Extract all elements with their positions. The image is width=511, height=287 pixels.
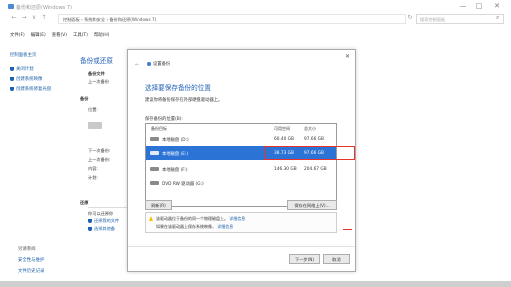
drive-row-d[interactable]: 本地磁盘 (D:) 60.40 GB 97.66 GB [146,132,336,146]
back-button[interactable]: ← [10,14,18,22]
left-pane: 控制面板主页 关闭计划 创建系统映像 创建系统修复光盘 [10,52,72,96]
drive-row-f[interactable]: 本地磁盘 (F:) 146.30 GB 204.67 GB [146,162,336,176]
contents-label: 内容: [88,166,98,171]
annotation-mark [343,229,352,230]
shield-icon [10,76,14,81]
address-bar[interactable]: 控制面板 › 系统和安全 › 备份和还原(Windows 7) [58,14,406,24]
dialog-heading: 选择要保存备份的位置 [145,84,211,92]
shield-icon [88,227,92,231]
destination-list[interactable]: 备份目标 可用空间 总大小 本地磁盘 (D:) 60.40 GB 97.66 G… [145,123,355,207]
restore-heading: 还原 [80,200,89,205]
recent-button[interactable]: ∨ [30,14,38,22]
menu-view[interactable]: 查看(V) [52,32,67,40]
drive-icon [88,122,102,129]
backup-icon [147,62,151,66]
refresh-list-button[interactable]: 刷新(R) [145,200,172,210]
drive-row-g[interactable]: DVD RW 驱动器 (G:) [146,176,336,190]
setup-backup-dialog: ✕ ← 设置备份 选择要保存备份的位置 建议你将备份保存在外部硬盘驱动器上。 保… [127,49,356,272]
create-system-image-link[interactable]: 创建系统映像 [10,76,72,82]
menu-file[interactable]: 文件(F) [10,32,25,40]
warning-box: 该驱动器位于备份的同一个物理磁盘上。 详细信息 如果在该驱动器上保存系统映像， … [145,212,337,233]
security-maintenance-link[interactable]: 安全性与维护 [18,257,44,263]
menu-help[interactable]: 帮助(H) [94,32,110,40]
shield-icon [88,219,92,223]
schedule-label: 计划: [88,175,98,180]
control-panel-home-link[interactable]: 控制面板主页 [10,52,72,58]
app-icon [8,4,14,9]
close-button[interactable]: ✕ [490,2,504,11]
dvd-drive-icon [150,181,159,185]
search-icon[interactable]: ⌕ [496,14,499,22]
dialog-subtitle: 建议你将备份保存在外部硬盘驱动器上。 [145,98,223,103]
previous-backup-label: 上一次备份: [88,157,111,162]
warning-line-2: 如果在该驱动器上保存系统映像， 详细信息 [156,224,234,229]
menu-edit[interactable]: 编辑(E) [31,32,46,40]
address-path: 控制面板 › 系统和安全 › 备份和还原(Windows 7) [63,17,157,22]
window-title: 备份和还原(Windows 7) [16,5,72,11]
details-link-2[interactable]: 详细信息 [217,224,233,229]
dialog-window-title: 设置备份 [153,62,171,67]
location-label: 位置: [88,107,98,112]
save-on-network-button[interactable]: 保存在网络上(V)... [287,200,337,210]
backup-files-label: 备份文件 [88,71,105,76]
dialog-close-icon[interactable]: ✕ [345,53,350,60]
see-also-heading: 另请参阅 [18,247,36,252]
see-also: 另请参阅 安全性与维护 文件历史记录 [18,246,44,279]
details-link-1[interactable]: 详细信息 [229,216,245,221]
shield-icon [10,66,14,71]
restore-my-files-link[interactable]: 还原我的文件 [88,218,119,224]
hard-drive-icon [150,151,159,155]
restore-description: 你可以还原你 [88,211,114,216]
forward-button[interactable]: → [20,14,28,22]
hard-drive-icon [150,167,159,171]
menu-tools[interactable]: 工具(T) [73,32,88,40]
shield-icon [10,86,14,91]
warning-icon [149,216,153,221]
next-backup-label: 下一次备份: [88,148,111,153]
cancel-button[interactable]: 取消 [323,254,350,264]
back-arrow-icon[interactable]: ← [135,62,139,68]
next-button[interactable]: 下一步(N) [289,254,320,264]
up-button[interactable]: ↑ [40,14,48,22]
highlight-outline [264,146,355,160]
hard-drive-icon [150,137,159,141]
bottom-strip [0,281,511,287]
list-header: 备份目标 可用空间 总大小 [146,124,336,132]
select-other-backup-link[interactable]: 选择其他备 [88,226,115,232]
destination-list-label: 保存备份的位置(B): [145,117,183,122]
menu-bar: 文件(F) 编辑(E) 查看(V) 工具(T) 帮助(H) [10,32,109,40]
file-history-link[interactable]: 文件历史记录 [18,268,44,274]
create-repair-disc-link[interactable]: 创建系统修复光盘 [10,86,72,92]
dialog-footer-divider [128,246,355,247]
maximize-button[interactable]: □ [472,2,486,11]
backup-heading: 备份 [80,96,89,101]
turn-off-schedule-link[interactable]: 关闭计划 [10,66,72,72]
search-input[interactable]: 搜索控制面板 [416,14,504,24]
last-backup-label: 上一次备份 [88,79,109,84]
page-title: 备份或还原 [80,57,113,65]
minimize-button[interactable]: — [456,2,470,11]
refresh-button[interactable]: ↻ [406,14,414,22]
warning-line-1: 该驱动器位于备份的同一个物理磁盘上。 详细信息 [156,216,246,221]
